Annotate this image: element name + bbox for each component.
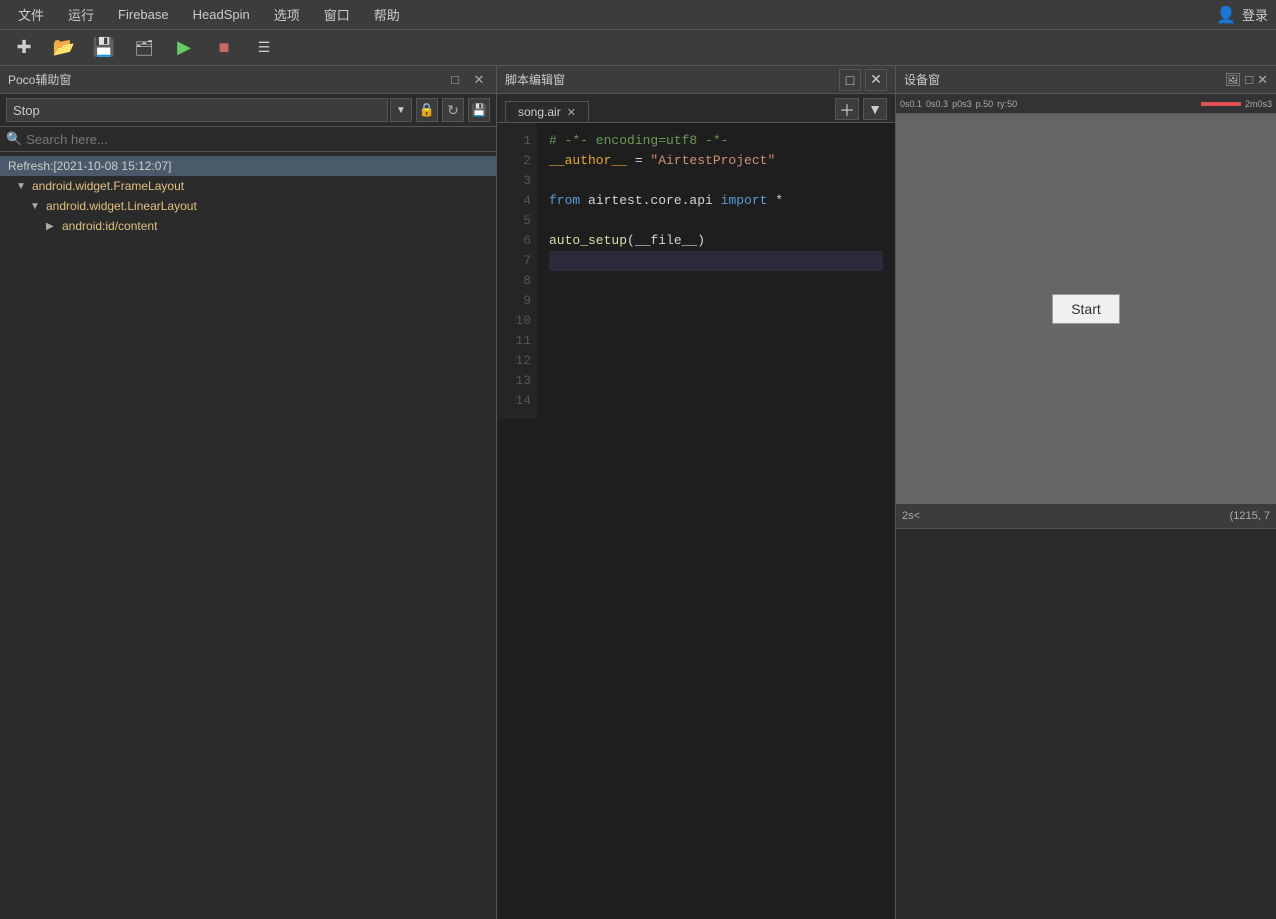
tab-menu-btn[interactable]: ▼ xyxy=(863,98,887,120)
toolbar: ✚ 📂 💾 🗂 ▶ ■ ☰ xyxy=(0,30,1276,66)
device-empty-area xyxy=(896,528,1276,919)
timeline-red-bar xyxy=(1201,102,1241,106)
menu-firebase[interactable]: Firebase xyxy=(108,3,179,26)
device-screen: Start xyxy=(896,114,1276,504)
poco-panel-title: Poco辅助窗 xyxy=(8,71,442,88)
code-line-6: auto_setup(__file__) xyxy=(549,231,883,251)
code-line-2: __author__ = "AirtestProject" xyxy=(549,151,883,171)
framelayout-label: android.widget.FrameLayout xyxy=(32,179,184,193)
timeline-mark-2: p0s3 xyxy=(952,99,972,109)
new-button[interactable]: ✚ xyxy=(12,36,36,60)
device-panel: 设备窗 🖼 □ ✕ 0s0.1 0s0.3 p0s3 p.50 ry:50 2m… xyxy=(896,66,1276,919)
song-air-tab[interactable]: song.air ✕ xyxy=(505,101,589,122)
editor-close-btn[interactable]: ✕ xyxy=(865,69,887,91)
code-line-1: # -*- encoding=utf8 -*- xyxy=(549,131,883,151)
search-icon: 🔍 xyxy=(6,131,22,147)
open-button[interactable]: 📂 xyxy=(52,36,76,60)
code-line-5 xyxy=(549,211,883,231)
tab-name: song.air xyxy=(518,105,561,119)
tree-arrow-framelayout: ▼ xyxy=(16,181,28,192)
start-button[interactable]: Start xyxy=(1052,294,1120,324)
save-all-button[interactable]: 🗂 xyxy=(132,36,156,60)
timeline-spacer xyxy=(1021,94,1241,113)
device-minimize-icon[interactable]: □ xyxy=(1245,72,1253,88)
menu-headspin[interactable]: HeadSpin xyxy=(183,3,260,26)
tree-arrow-content: ▶ xyxy=(46,221,58,232)
timeline-mark-3: p.50 xyxy=(976,99,994,109)
device-bottom-label: 2s< xyxy=(902,510,920,522)
editor-actions: □ ✕ xyxy=(839,69,887,91)
code-line-12 xyxy=(549,351,883,371)
tab-close-icon[interactable]: ✕ xyxy=(567,106,576,119)
editor-panel-title: 脚本编辑窗 xyxy=(505,71,565,88)
tree-item-linearlayout[interactable]: ▼ android.widget.LinearLayout xyxy=(0,196,496,216)
menu-run[interactable]: 运行 xyxy=(58,1,104,28)
timeline-mark-4: ry:50 xyxy=(997,99,1017,109)
menu-file[interactable]: 文件 xyxy=(8,1,54,28)
poco-minimize-icon[interactable]: □ xyxy=(446,71,464,89)
code-line-14 xyxy=(549,391,883,411)
poco-panel-icons: □ ✕ xyxy=(446,71,488,89)
login-area[interactable]: 👤 登录 xyxy=(1216,5,1268,25)
timeline-mark-0: 0s0.1 xyxy=(900,99,922,109)
code-line-9 xyxy=(549,291,883,311)
device-screenshot-icon[interactable]: 🖼 xyxy=(1225,72,1242,88)
device-panel-icons: 🖼 □ ✕ xyxy=(1225,72,1268,88)
refresh-timestamp: Refresh:[2021-10-08 15:12:07] xyxy=(8,159,171,173)
save-small-icon-btn[interactable]: 💾 xyxy=(468,98,490,122)
tree-item-framelayout[interactable]: ▼ android.widget.FrameLayout xyxy=(0,176,496,196)
timeline-mark-5: 2m0s3 xyxy=(1245,99,1272,109)
stop-button[interactable]: ■ xyxy=(212,36,236,60)
main-layout: Poco辅助窗 □ ✕ Stop ▼ 🔒 ↻ 💾 🔍 xyxy=(0,66,1276,919)
menu-options[interactable]: 选项 xyxy=(264,1,310,28)
poco-panel: Poco辅助窗 □ ✕ Stop ▼ 🔒 ↻ 💾 🔍 xyxy=(0,66,497,919)
device-coords: (1215, 7 xyxy=(1230,510,1270,522)
editor-header: 脚本编辑窗 □ ✕ xyxy=(497,66,895,94)
device-close-icon[interactable]: ✕ xyxy=(1257,72,1268,88)
editor-panel: 脚本编辑窗 □ ✕ song.air ✕ ＋ ▼ 12345 678910 xyxy=(497,66,896,919)
device-panel-title: 设备窗 xyxy=(904,71,1221,88)
stop-dropdown-value: Stop xyxy=(13,103,40,118)
code-editor[interactable]: 12345 678910 11121314 # -*- encoding=utf… xyxy=(497,123,895,919)
stop-dropdown[interactable]: Stop xyxy=(6,98,388,122)
record-button[interactable]: ☰ xyxy=(252,36,276,60)
login-label: 登录 xyxy=(1242,5,1268,24)
device-bottom-bar: 2s< (1215, 7 xyxy=(896,504,1276,528)
dropdown-arrow[interactable]: ▼ xyxy=(390,98,412,122)
refresh-item[interactable]: Refresh:[2021-10-08 15:12:07] xyxy=(0,156,496,176)
line-numbers: 12345 678910 11121314 xyxy=(497,123,537,419)
poco-close-icon[interactable]: ✕ xyxy=(470,71,488,89)
refresh-icon-btn[interactable]: ↻ xyxy=(442,98,464,122)
code-line-11 xyxy=(549,331,883,351)
tree-area: Refresh:[2021-10-08 15:12:07] ▼ android.… xyxy=(0,152,496,919)
code-line-7 xyxy=(549,251,883,271)
search-input[interactable] xyxy=(26,132,490,147)
code-lines: 12345 678910 11121314 # -*- encoding=utf… xyxy=(497,123,895,419)
editor-minimize-btn[interactable]: □ xyxy=(839,69,861,91)
timeline-mark-1: 0s0.3 xyxy=(926,99,948,109)
run-button[interactable]: ▶ xyxy=(172,36,196,60)
content-label: android:id/content xyxy=(62,219,157,233)
timeline-bar: 0s0.1 0s0.3 p0s3 p.50 ry:50 2m0s3 xyxy=(896,94,1276,114)
poco-dropdown-row: Stop ▼ 🔒 ↻ 💾 xyxy=(0,94,496,127)
save-button[interactable]: 💾 xyxy=(92,36,116,60)
code-line-3 xyxy=(549,171,883,191)
code-line-13 xyxy=(549,371,883,391)
lock-icon-btn[interactable]: 🔒 xyxy=(416,98,438,122)
menu-bar: 文件 运行 Firebase HeadSpin 选项 窗口 帮助 👤 登录 xyxy=(0,0,1276,30)
poco-panel-header: Poco辅助窗 □ ✕ xyxy=(0,66,496,94)
code-line-10 xyxy=(549,311,883,331)
code-line-8 xyxy=(549,271,883,291)
tree-item-content[interactable]: ▶ android:id/content xyxy=(0,216,496,236)
code-line-4: from airtest.core.api import * xyxy=(549,191,883,211)
device-panel-header: 设备窗 🖼 □ ✕ xyxy=(896,66,1276,94)
tab-bar: song.air ✕ ＋ ▼ xyxy=(497,94,895,123)
menu-window[interactable]: 窗口 xyxy=(314,1,360,28)
search-row: 🔍 xyxy=(0,127,496,152)
linearlayout-label: android.widget.LinearLayout xyxy=(46,199,197,213)
tree-arrow-linearlayout: ▼ xyxy=(30,201,42,212)
menu-help[interactable]: 帮助 xyxy=(364,1,410,28)
add-tab-btn[interactable]: ＋ xyxy=(835,98,859,120)
code-content: # -*- encoding=utf8 -*- __author__ = "Ai… xyxy=(537,123,895,419)
